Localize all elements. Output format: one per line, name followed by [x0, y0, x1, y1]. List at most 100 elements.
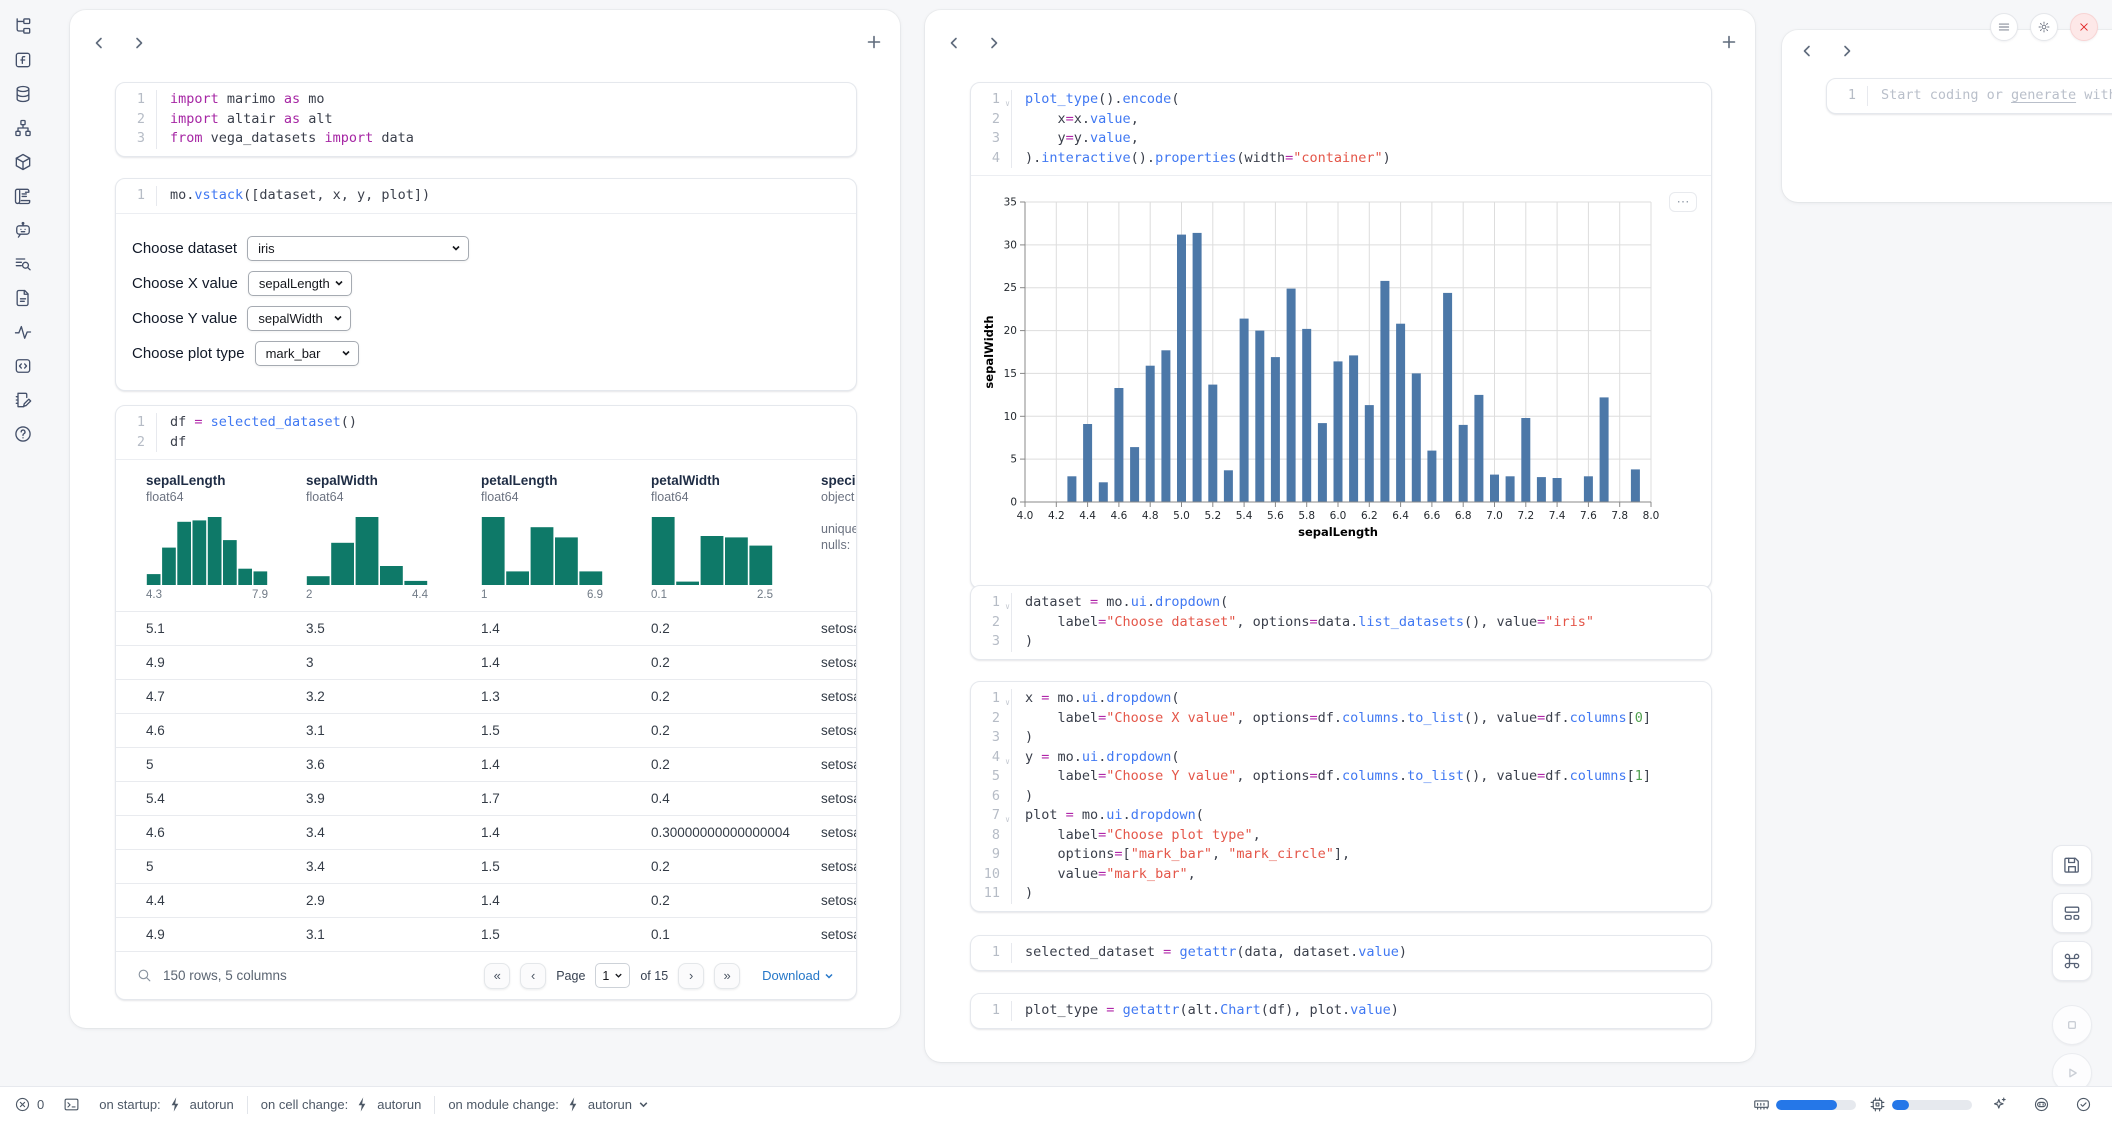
copilot-icon[interactable]: [2027, 1095, 2056, 1114]
line-number: 2: [116, 433, 156, 453]
on-module-change-mode[interactable]: on module change: autorun: [448, 1096, 649, 1113]
generate-link[interactable]: generate: [2011, 87, 2076, 103]
on-startup-mode[interactable]: on startup: autorun: [99, 1096, 234, 1113]
table-cell: 3.1: [306, 723, 481, 738]
chart-options-icon[interactable]: ⋯: [1669, 192, 1697, 212]
cpu-progress-bar: [1892, 1100, 1972, 1110]
nav-back-button[interactable]: [90, 34, 108, 52]
line-number: 1: [1827, 86, 1867, 106]
code-editor[interactable]: 1∨dataset = mo.ui.dropdown(2 label="Choo…: [971, 586, 1711, 659]
code-editor[interactable]: 1plot_type = getattr(alt.Chart(df), plot…: [971, 994, 1711, 1028]
variables-icon[interactable]: [9, 46, 37, 74]
table-row[interactable]: 4.93.11.50.1setosa: [116, 917, 856, 951]
database-icon[interactable]: [9, 80, 37, 108]
code-editor[interactable]: 1df = selected_dataset()2df: [116, 406, 856, 459]
page-label: Page: [556, 969, 585, 983]
plot-type-select[interactable]: mark_bar: [255, 341, 359, 366]
table-column-header[interactable]: petalWidthfloat640.12.5: [651, 473, 821, 601]
line-number: 2: [971, 613, 1011, 633]
nav-forward-button[interactable]: [1838, 42, 1856, 60]
download-button[interactable]: Download: [756, 967, 840, 984]
table-cell: 4.9: [146, 927, 306, 942]
snippets-icon[interactable]: [9, 250, 37, 278]
code-line: 1plot_type = getattr(alt.Chart(df), plot…: [971, 1001, 1711, 1021]
table-row[interactable]: 4.63.41.40.30000000000000004setosa: [116, 815, 856, 849]
add-cell-button[interactable]: [1719, 32, 1739, 52]
table-cell: 1.4: [481, 893, 651, 908]
table-row[interactable]: 4.931.40.2setosa: [116, 645, 856, 679]
command-icon[interactable]: [2052, 941, 2092, 981]
table-column-header[interactable]: speciesobjectunique:nulls:: [821, 473, 857, 601]
table-cell: setosa: [821, 791, 856, 806]
table-row[interactable]: 4.73.21.30.2setosa: [116, 679, 856, 713]
nav-forward-button[interactable]: [130, 34, 148, 52]
save-icon[interactable]: [2052, 845, 2092, 885]
page-select[interactable]: 1: [595, 963, 630, 988]
terminal-icon[interactable]: [57, 1095, 86, 1114]
table-row[interactable]: 53.61.40.2setosa: [116, 747, 856, 781]
notebook-icon[interactable]: [9, 386, 37, 414]
logs-icon[interactable]: [9, 182, 37, 210]
search-icon[interactable]: [136, 967, 153, 984]
layout-icon[interactable]: [2052, 893, 2092, 933]
error-count-badge[interactable]: 0: [14, 1096, 44, 1113]
stop-icon[interactable]: [2052, 1005, 2092, 1045]
menu-icon[interactable]: [1990, 13, 2018, 41]
line-number: 1∨: [971, 90, 1011, 110]
lightning-icon: [167, 1096, 184, 1113]
packages-icon[interactable]: [9, 148, 37, 176]
settings-gear-icon[interactable]: [2030, 13, 2058, 41]
x-value-select[interactable]: sepalLength: [248, 271, 352, 296]
table-row[interactable]: 53.41.50.2setosa: [116, 849, 856, 883]
dependency-graph-icon[interactable]: [9, 114, 37, 142]
prev-page-button[interactable]: ‹: [520, 963, 546, 989]
notebook-column-right: 1 Start coding or generate with: [1782, 30, 2112, 202]
table-cell: 1.3: [481, 689, 651, 704]
table-column-header[interactable]: sepalLengthfloat644.37.9: [146, 473, 306, 601]
svg-text:4.0: 4.0: [1017, 510, 1034, 522]
ai-sparkles-icon[interactable]: [1985, 1095, 2014, 1114]
next-page-button[interactable]: ›: [678, 963, 704, 989]
code-editor[interactable]: 1∨x = mo.ui.dropdown(2 label="Choose X v…: [971, 682, 1711, 911]
dataset-select[interactable]: iris: [247, 236, 469, 261]
code-line: 1df = selected_dataset(): [116, 413, 856, 433]
table-cell: 1.7: [481, 791, 651, 806]
table-row[interactable]: 4.63.11.50.2setosa: [116, 713, 856, 747]
column-nav: [945, 34, 1003, 52]
table-cell: 3.5: [306, 621, 481, 636]
table-row[interactable]: 4.42.91.40.2setosa: [116, 883, 856, 917]
code-editor[interactable]: 1∨plot_type().encode(2 x=x.value,3 y=y.v…: [971, 83, 1711, 175]
table-row[interactable]: 5.13.51.40.2setosa: [116, 611, 856, 645]
close-icon[interactable]: [2070, 13, 2098, 41]
bar-chart[interactable]: 4.04.24.44.64.85.05.25.45.65.86.06.26.46…: [971, 176, 1711, 588]
nav-back-button[interactable]: [945, 34, 963, 52]
nav-back-button[interactable]: [1798, 42, 1816, 60]
scratchpad-icon[interactable]: [9, 352, 37, 380]
code-editor[interactable]: 1selected_dataset = getattr(data, datase…: [971, 936, 1711, 970]
y-value-select[interactable]: sepalWidth: [247, 306, 351, 331]
table-column-header[interactable]: sepalWidthfloat6424.4: [306, 473, 481, 601]
chat-icon[interactable]: [9, 216, 37, 244]
code-cell-vstack: 1mo.vstack([dataset, x, y, plot]) Choose…: [115, 178, 857, 391]
file-tree-icon[interactable]: [9, 12, 37, 40]
nav-forward-button[interactable]: [985, 34, 1003, 52]
code-line: 1∨x = mo.ui.dropdown(: [971, 689, 1711, 709]
add-cell-button[interactable]: [864, 32, 884, 52]
table-column-header[interactable]: petalLengthfloat6416.9: [481, 473, 651, 601]
on-cell-change-mode[interactable]: on cell change: autorun: [261, 1096, 422, 1113]
last-page-button[interactable]: »: [714, 963, 740, 989]
table-row[interactable]: 5.43.91.70.4setosa: [116, 781, 856, 815]
connection-status-icon[interactable]: [2069, 1095, 2098, 1114]
code-editor[interactable]: 1import marimo as mo2import altair as al…: [116, 83, 856, 156]
code-editor[interactable]: 1 Start coding or generate with: [1827, 79, 2112, 113]
first-page-button[interactable]: «: [484, 963, 510, 989]
table-cell: 3.6: [306, 757, 481, 772]
table-cell: 1.4: [481, 655, 651, 670]
cell-output: ⋯ 4.04.24.44.64.85.05.25.45.65.86.06.26.…: [971, 175, 1711, 588]
help-icon[interactable]: [9, 420, 37, 448]
table-cell: setosa: [821, 723, 856, 738]
table-cell: 5.4: [146, 791, 306, 806]
code-editor[interactable]: 1mo.vstack([dataset, x, y, plot]): [116, 179, 856, 213]
tracing-icon[interactable]: [9, 318, 37, 346]
documentation-icon[interactable]: [9, 284, 37, 312]
